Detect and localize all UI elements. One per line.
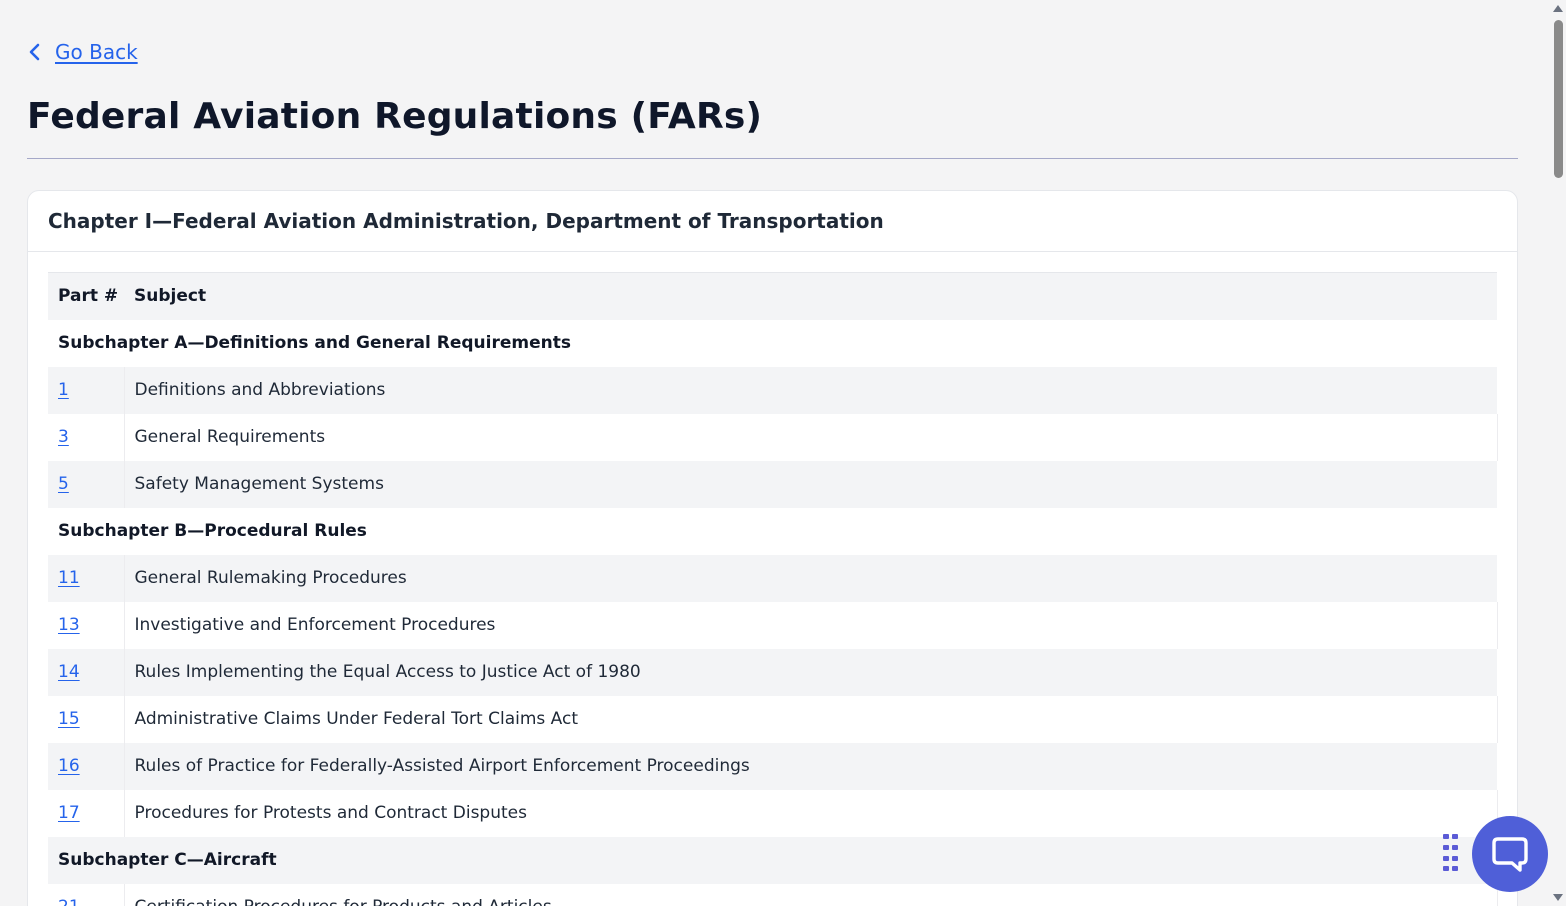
chapter-title: Chapter I—Federal Aviation Administratio… [48,209,884,233]
subchapter-row: Subchapter B—Procedural Rules [48,507,1497,555]
table-row: 5 Safety Management Systems [48,460,1497,508]
part-subject: Certification Procedures for Products an… [124,883,1498,906]
part-subject: Administrative Claims Under Federal Tort… [124,695,1498,743]
table-row: 11 General Rulemaking Procedures [48,554,1497,602]
part-subject: Procedures for Protests and Contract Dis… [124,789,1498,837]
part-link-21[interactable]: 21 [58,897,80,906]
subchapter-title: Subchapter B—Procedural Rules [48,507,1497,555]
scroll-up-arrow-icon[interactable] [1553,5,1563,12]
go-back-label[interactable]: Go Back [55,40,138,64]
chapter-card: Chapter I—Federal Aviation Administratio… [27,190,1518,906]
part-subject: Safety Management Systems [124,460,1497,508]
table-row: 14 Rules Implementing the Equal Access t… [48,648,1497,696]
part-subject: Rules Implementing the Equal Access to J… [124,648,1497,696]
table-row: 17 Procedures for Protests and Contract … [48,789,1498,837]
part-link-15[interactable]: 15 [58,709,80,729]
part-link-13[interactable]: 13 [58,615,80,635]
table-row: 16 Rules of Practice for Federally-Assis… [48,742,1497,790]
subchapter-title: Subchapter C—Aircraft [48,836,1497,884]
part-link-11[interactable]: 11 [58,568,80,588]
go-back-link[interactable]: Go Back [27,40,138,64]
subchapter-row: Subchapter A—Definitions and General Req… [48,319,1497,367]
column-header-subject: Subject [124,272,1497,320]
table-wrapper: Part # Subject Subchapter A—Definitions … [28,252,1517,906]
parts-table: Part # Subject Subchapter A—Definitions … [48,272,1498,906]
chevron-left-icon [29,43,40,61]
scroll-down-arrow-icon[interactable] [1553,894,1563,901]
table-row: 15 Administrative Claims Under Federal T… [48,695,1498,743]
title-divider [27,158,1518,159]
table-header-row: Part # Subject [48,272,1497,320]
table-row: 13 Investigative and Enforcement Procedu… [48,601,1498,649]
part-subject: General Rulemaking Procedures [124,554,1497,602]
part-subject: General Requirements [124,413,1498,461]
drag-handle-icon[interactable] [1443,834,1459,874]
part-link-14[interactable]: 14 [58,662,80,682]
part-link-3[interactable]: 3 [58,427,69,447]
chat-bubble-icon [1492,837,1528,872]
part-subject: Rules of Practice for Federally-Assisted… [124,742,1497,790]
part-link-5[interactable]: 5 [58,474,69,494]
subchapter-row: Subchapter C—Aircraft [48,836,1497,884]
column-header-part: Part # [48,272,124,320]
table-row: 21 Certification Procedures for Products… [48,883,1498,906]
table-row: 3 General Requirements [48,413,1498,461]
vertical-scrollbar[interactable] [1550,0,1566,906]
scroll-thumb[interactable] [1554,20,1563,178]
part-subject: Investigative and Enforcement Procedures [124,601,1498,649]
part-link-1[interactable]: 1 [58,380,69,400]
subchapter-title: Subchapter A—Definitions and General Req… [48,319,1497,367]
part-subject: Definitions and Abbreviations [124,366,1497,414]
part-link-16[interactable]: 16 [58,756,80,776]
chapter-header: Chapter I—Federal Aviation Administratio… [28,191,1517,252]
page: Go Back Federal Aviation Regulations (FA… [0,0,1566,906]
part-link-17[interactable]: 17 [58,803,80,823]
chat-button[interactable] [1472,816,1548,892]
page-title: Federal Aviation Regulations (FARs) [27,96,763,137]
table-row: 1 Definitions and Abbreviations [48,366,1497,414]
